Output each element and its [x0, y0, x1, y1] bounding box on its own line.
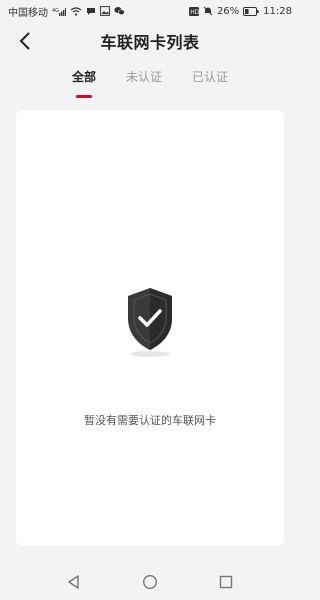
tab-all[interactable]: 全部 — [72, 66, 96, 94]
signal-icon: 4G — [52, 7, 66, 16]
page-title: 车联网卡列表 — [100, 33, 200, 52]
status-left: 中国移动 4G — [8, 4, 125, 19]
battery-icon — [243, 6, 259, 16]
image-icon — [100, 6, 110, 16]
status-bar: 中国移动 4G HD 26% 11:28 — [0, 0, 300, 22]
tab-bar: 全部 未认证 已认证 — [0, 66, 300, 94]
wifi-icon — [70, 6, 82, 16]
back-button[interactable] — [12, 28, 38, 54]
circle-home-icon — [142, 574, 158, 590]
tab-verified[interactable]: 已认证 — [192, 66, 228, 94]
signal-type-label: 4G — [52, 8, 59, 14]
message-icon — [86, 6, 96, 16]
screen: 中国移动 4G HD 26% 11:28 车联网卡列表 全部 未认证 已认证 暂… — [0, 0, 300, 600]
status-right: HD 26% 11:28 — [188, 5, 292, 17]
tab-unverified[interactable]: 未认证 — [126, 66, 162, 94]
nav-back-button[interactable] — [63, 571, 85, 593]
triangle-back-icon — [68, 575, 79, 589]
card-list-container: 暂没有需要认证的车联网卡 — [16, 110, 284, 546]
svg-text:HD: HD — [190, 8, 199, 15]
mute-bell-icon — [203, 6, 213, 16]
chevron-left-icon — [19, 32, 30, 50]
clock-time: 11:28 — [263, 5, 292, 17]
empty-state-message: 暂没有需要认证的车联网卡 — [84, 414, 216, 427]
carrier-label: 中国移动 — [8, 7, 48, 19]
square-recents-icon — [219, 575, 233, 589]
nav-home-button[interactable] — [139, 571, 161, 593]
wechat-icon — [114, 6, 125, 16]
header: 车联网卡列表 — [0, 22, 300, 60]
battery-percent: 26% — [216, 5, 240, 17]
system-nav-bar — [0, 564, 300, 600]
hd-icon: HD — [188, 6, 199, 16]
nav-recents-button[interactable] — [215, 571, 237, 593]
shield-check-icon — [122, 286, 178, 360]
